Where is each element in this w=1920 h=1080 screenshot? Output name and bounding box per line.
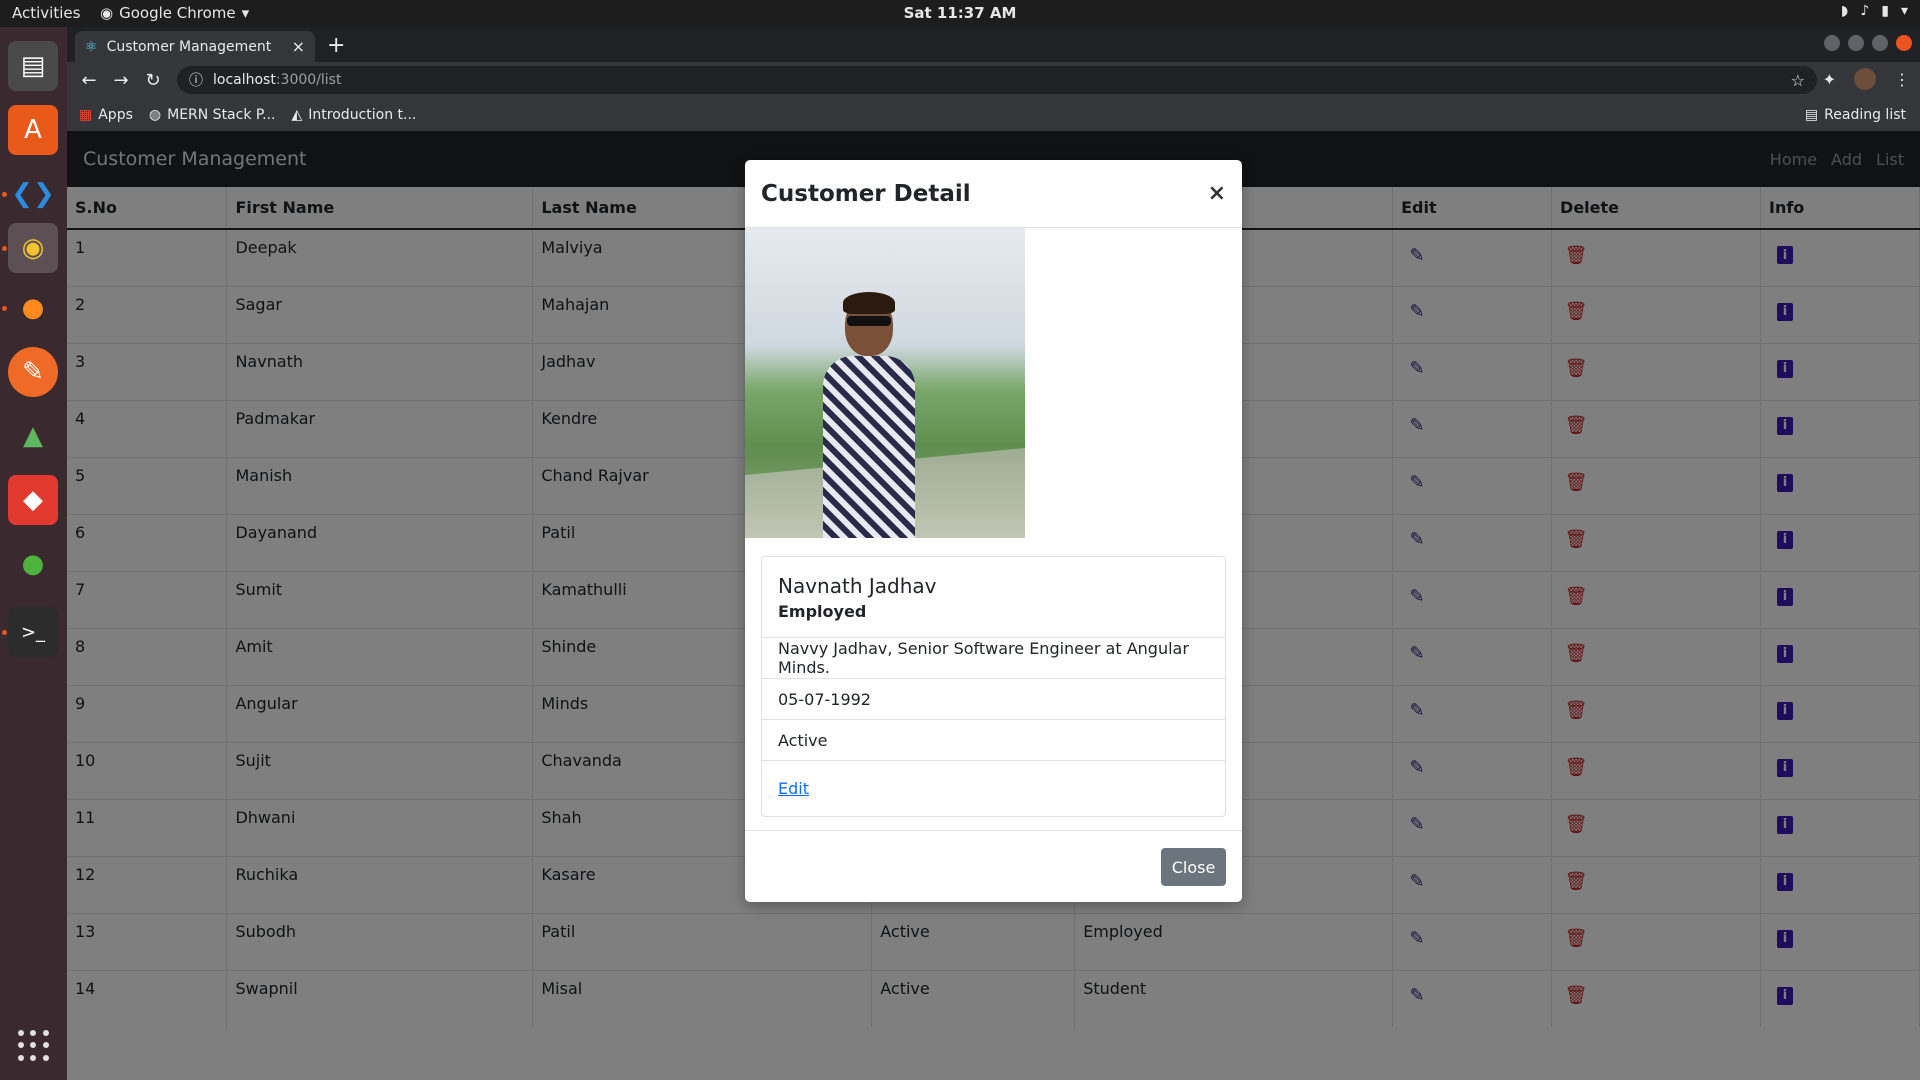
battery-icon: ▮	[1881, 3, 1889, 19]
chevron-down-icon: ▾	[1900, 3, 1908, 19]
software-center-icon[interactable]: A	[8, 105, 58, 155]
bookmark-apps[interactable]: ▦ Apps	[79, 107, 133, 123]
wifi-icon: ◗	[1840, 3, 1849, 19]
edit-link-item: Edit	[762, 760, 1225, 816]
back-icon[interactable]: ←	[73, 70, 105, 91]
customer-description: Navvy Jadhav, Senior Software Engineer a…	[762, 637, 1225, 678]
postman-icon[interactable]: ✎	[8, 347, 58, 397]
reading-list-button[interactable]: ▤ Reading list	[1805, 107, 1906, 123]
terminal-icon[interactable]: >_	[8, 607, 58, 657]
vscode-icon[interactable]: ❮❯	[8, 169, 58, 219]
apps-grid-icon: ▦	[79, 106, 93, 123]
bookmark-label: Apps	[98, 106, 133, 123]
mongodb-compass-icon[interactable]: ●	[8, 539, 58, 589]
address-bar[interactable]: ⓘ localhost:3000/list ☆	[177, 66, 1817, 94]
tab-title: Customer Management	[106, 38, 272, 55]
profile-avatar[interactable]	[1854, 68, 1876, 90]
show-applications-icon[interactable]	[18, 1030, 50, 1062]
browser-toolbar: ← → ↻ ⓘ localhost:3000/list ☆ ✦ ⋮	[67, 62, 1920, 98]
globe-icon: ◍	[148, 106, 162, 123]
system-top-bar: Activities ◉ Google Chrome ▾ Sat 11:37 A…	[0, 0, 1920, 27]
reading-list-label: Reading list	[1824, 106, 1906, 123]
customer-detail-list: Navnath Jadhav Employed Navvy Jadhav, Se…	[761, 556, 1226, 817]
reading-list-icon: ▤	[1804, 106, 1819, 123]
modal-footer: Close	[745, 830, 1242, 902]
window-controls	[1824, 35, 1912, 51]
browser-tab[interactable]: ⚛ Customer Management ×	[75, 31, 315, 62]
menu-kebab-icon[interactable]: ⋮	[1894, 70, 1910, 89]
bookmark-star-icon[interactable]: ☆	[1791, 71, 1805, 90]
maximize-icon[interactable]	[1872, 35, 1888, 51]
reload-icon[interactable]: ↻	[137, 70, 169, 91]
react-favicon-icon: ⚛	[85, 38, 98, 55]
dock: ▤ A ❮❯ ◉ ● ✎ ▲ ◆ ● >_	[0, 27, 67, 1080]
window-close-icon[interactable]	[1896, 35, 1912, 51]
bookmark-label: Introduction t...	[308, 106, 417, 123]
info-circle-icon[interactable]: ⓘ	[189, 70, 203, 90]
modal-title: Customer Detail	[761, 180, 971, 207]
tab-search-icon[interactable]	[1824, 35, 1840, 51]
angular-icon: ◭	[291, 106, 303, 123]
customer-name-item: Navnath Jadhav Employed	[762, 557, 1225, 637]
forward-icon[interactable]: →	[105, 70, 137, 91]
tab-strip: ⚛ Customer Management × +	[67, 27, 1920, 62]
edit-link[interactable]: Edit	[778, 779, 809, 798]
chrome-dock-icon[interactable]: ◉	[8, 223, 58, 273]
new-tab-icon[interactable]: +	[327, 33, 345, 58]
bookmark-introduction[interactable]: ◭ Introduction t...	[292, 107, 417, 123]
web-page: Customer Management Home Add List S.No F…	[67, 131, 1920, 1080]
close-button[interactable]: Close	[1161, 848, 1226, 886]
bookmark-label: MERN Stack P...	[167, 106, 276, 123]
clock[interactable]: Sat 11:37 AM	[0, 4, 1920, 22]
browser-window: ⚛ Customer Management × + ← → ↻ ⓘ localh…	[67, 27, 1920, 131]
anydesk-icon[interactable]: ◆	[8, 475, 58, 525]
volume-icon: ♪	[1860, 3, 1870, 19]
firefox-icon[interactable]: ●	[8, 283, 58, 333]
customer-dob: 05-07-1992	[762, 678, 1225, 719]
minimize-icon[interactable]	[1848, 35, 1864, 51]
files-icon[interactable]: ▤	[8, 41, 58, 91]
url-path: :3000/list	[275, 72, 342, 88]
modal-close-icon[interactable]: ×	[1208, 181, 1226, 206]
tab-close-icon[interactable]: ×	[292, 37, 305, 56]
url-host: localhost	[213, 72, 276, 88]
extensions-icon[interactable]: ✦	[1823, 70, 1836, 89]
system-tray[interactable]: ◗ ♪ ▮ ▾	[1841, 3, 1908, 19]
customer-name: Navnath Jadhav	[778, 573, 937, 598]
customer-detail-modal: Customer Detail × Navnath Jadhav Employe…	[745, 160, 1242, 902]
robo3t-icon[interactable]: ▲	[8, 411, 58, 461]
customer-employment: Employed	[778, 601, 867, 621]
customer-photo	[745, 228, 1025, 538]
bookmarks-bar: ▦ Apps ◍ MERN Stack P... ◭ Introduction t..…	[67, 98, 1920, 131]
bookmark-mern[interactable]: ◍ MERN Stack P...	[149, 107, 276, 123]
customer-status: Active	[762, 719, 1225, 760]
modal-header: Customer Detail ×	[745, 160, 1242, 228]
